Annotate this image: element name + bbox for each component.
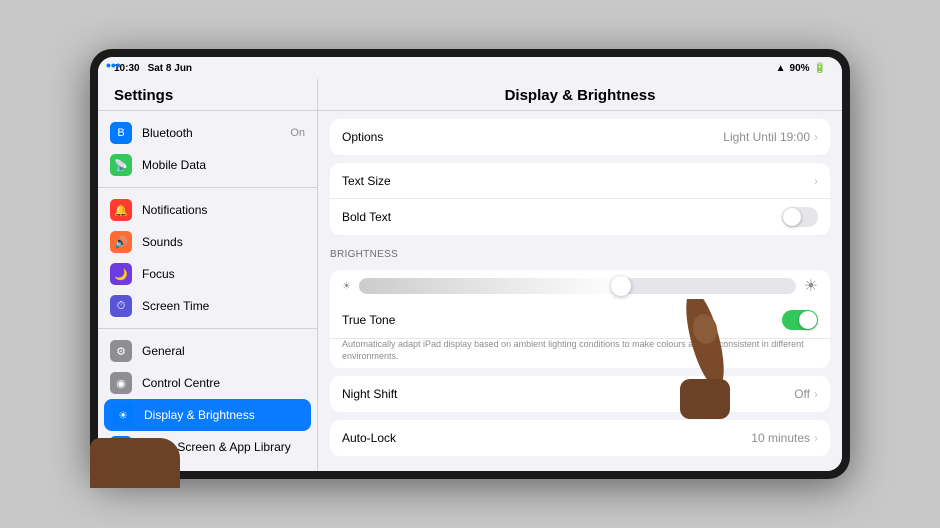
sidebar-item-mobile-data[interactable]: 📡 Mobile Data	[98, 149, 317, 181]
text-size-row[interactable]: Text Size ›	[330, 163, 830, 199]
sounds-icon: 🔊	[110, 231, 132, 253]
detail-panel: ••• Display & Brightness Options Light U…	[318, 79, 842, 471]
main-content: Settings B Bluetooth On 📡 Mobile Data	[98, 79, 842, 471]
text-size-chevron: ›	[814, 174, 818, 188]
options-group: Options Light Until 19:00 ›	[330, 119, 830, 155]
brightness-label: BRIGHTNESS	[318, 243, 842, 262]
display-section: DISPLAY Display Zoom Choose a view for i…	[318, 464, 842, 471]
sidebar-group-1: B Bluetooth On 📡 Mobile Data	[98, 111, 317, 188]
bluetooth-label: Bluetooth	[142, 126, 280, 140]
brightness-thumb	[611, 276, 631, 296]
true-tone-toggle[interactable]	[782, 310, 818, 330]
ipad-screen: 10:30 Sat 8 Jun ▲ 90% 🔋 Settings B Bluet…	[98, 57, 842, 471]
focus-label: Focus	[142, 267, 305, 281]
mobile-data-label: Mobile Data	[142, 158, 305, 172]
left-hand	[90, 438, 180, 488]
auto-lock-value: 10 minutes	[751, 431, 810, 445]
status-bar: 10:30 Sat 8 Jun ▲ 90% 🔋	[98, 57, 842, 79]
sidebar-item-screen-time[interactable]: ⏱ Screen Time	[98, 290, 317, 322]
sidebar-item-control-centre[interactable]: ◉ Control Centre	[98, 367, 317, 399]
bold-text-toggle[interactable]	[782, 207, 818, 227]
mobile-data-icon: 📡	[110, 154, 132, 176]
wifi-icon: ▲	[776, 63, 786, 74]
control-centre-icon: ◉	[110, 372, 132, 394]
text-group: Text Size › Bold Text	[330, 163, 830, 235]
screen-time-icon: ⏱	[110, 295, 132, 317]
display-section-label: DISPLAY	[318, 464, 842, 471]
screen-time-label: Screen Time	[142, 299, 305, 313]
options-value: Light Until 19:00	[723, 130, 810, 144]
general-icon: ⚙	[110, 340, 132, 362]
sidebar-item-bluetooth[interactable]: B Bluetooth On	[98, 117, 317, 149]
battery-level: 90%	[790, 63, 810, 74]
sidebar-item-notifications[interactable]: 🔔 Notifications	[98, 194, 317, 226]
sidebar-item-focus[interactable]: 🌙 Focus	[98, 258, 317, 290]
night-shift-value: Off	[794, 387, 810, 401]
bluetooth-icon: B	[110, 122, 132, 144]
bold-text-row[interactable]: Bold Text	[330, 199, 830, 235]
auto-lock-label: Auto-Lock	[342, 431, 751, 445]
detail-title: ••• Display & Brightness	[318, 79, 842, 111]
night-shift-chevron: ›	[814, 387, 818, 401]
bold-text-label: Bold Text	[342, 210, 782, 224]
auto-lock-chevron: ›	[814, 431, 818, 445]
sidebar-item-sounds[interactable]: 🔊 Sounds	[98, 226, 317, 258]
notifications-icon: 🔔	[110, 199, 132, 221]
status-bar-right: ▲ 90% 🔋	[776, 63, 826, 74]
display-icon: ☀	[112, 404, 134, 426]
brightness-section: BRIGHTNESS ☀ ☀ True Tone	[318, 243, 842, 368]
text-size-label: Text Size	[342, 174, 814, 188]
control-centre-label: Control Centre	[142, 376, 305, 390]
options-row[interactable]: Options Light Until 19:00 ›	[330, 119, 830, 155]
brightness-row: ☀ ☀	[330, 270, 830, 302]
true-tone-desc: Automatically adapt iPad display based o…	[330, 339, 830, 368]
sidebar-item-display-brightness[interactable]: ☀ Display & Brightness	[104, 399, 311, 431]
status-date: Sat 8 Jun	[148, 63, 192, 74]
sidebar-item-general[interactable]: ⚙ General	[98, 335, 317, 367]
display-label: Display & Brightness	[144, 408, 303, 422]
notifications-label: Notifications	[142, 203, 305, 217]
night-shift-group: Night Shift Off ›	[330, 376, 830, 412]
auto-lock-row[interactable]: Auto-Lock 10 minutes ›	[330, 420, 830, 456]
general-label: General	[142, 344, 305, 358]
sun-small-icon: ☀	[342, 281, 351, 292]
true-tone-knob	[799, 311, 817, 329]
night-shift-row[interactable]: Night Shift Off ›	[330, 376, 830, 412]
brightness-group: ☀ ☀ True Tone	[330, 270, 830, 368]
night-shift-label: Night Shift	[342, 387, 794, 401]
sidebar-title: Settings	[98, 79, 317, 111]
sun-large-icon: ☀	[804, 276, 818, 296]
auto-lock-group: Auto-Lock 10 minutes ›	[330, 420, 830, 456]
brightness-fill	[359, 278, 621, 294]
brightness-slider[interactable]	[359, 278, 796, 294]
sidebar: Settings B Bluetooth On 📡 Mobile Data	[98, 79, 318, 471]
battery-icon: 🔋	[814, 63, 826, 74]
true-tone-row[interactable]: True Tone	[330, 302, 830, 339]
status-bar-left: 10:30 Sat 8 Jun	[114, 63, 192, 74]
ipad-frame: 10:30 Sat 8 Jun ▲ 90% 🔋 Settings B Bluet…	[90, 49, 850, 479]
bluetooth-value: On	[290, 127, 305, 139]
options-label: Options	[342, 130, 723, 144]
true-tone-label: True Tone	[342, 313, 782, 327]
sounds-label: Sounds	[142, 235, 305, 249]
toggle-knob	[783, 208, 801, 226]
focus-icon: 🌙	[110, 263, 132, 285]
options-chevron: ›	[814, 130, 818, 144]
sidebar-group-2: 🔔 Notifications 🔊 Sounds 🌙 Focus ⏱ Scree…	[98, 188, 317, 329]
